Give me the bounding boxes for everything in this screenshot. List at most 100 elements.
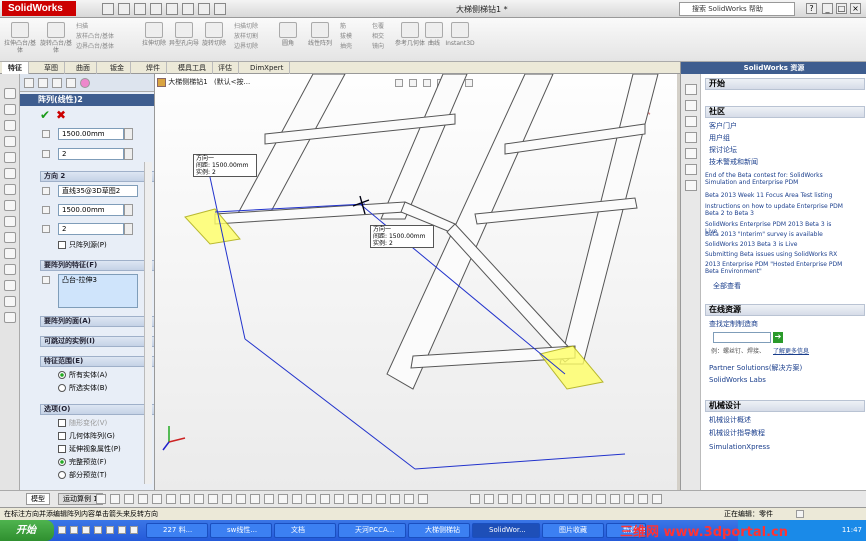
display-tab-icon[interactable] (80, 78, 90, 88)
view-orientation-icon[interactable] (4, 88, 16, 99)
pm-scrollbar[interactable] (144, 162, 152, 484)
custom-properties-icon[interactable] (685, 180, 697, 191)
display-style-icon[interactable] (4, 136, 16, 147)
appearance-icon[interactable] (4, 168, 16, 179)
fillet-tool-icon[interactable] (320, 494, 330, 504)
zoom-icon[interactable] (4, 104, 16, 115)
ie-icon[interactable] (70, 526, 78, 534)
revolve-boss-button[interactable]: 旋转凸台/基体 (38, 22, 74, 58)
taskbar-item[interactable]: 天河PCCA... (338, 523, 406, 538)
start-section-header[interactable]: 开始 (705, 78, 865, 90)
hide-show-icon[interactable] (4, 152, 16, 163)
taskbar-item[interactable]: 227 料... (146, 523, 208, 538)
trim-sketch-icon[interactable] (610, 494, 620, 504)
partner-solutions-link[interactable]: Partner Solutions(解决方案) (709, 364, 802, 373)
trim-tool-icon[interactable] (180, 494, 190, 504)
dir2-count-input[interactable]: 2 (58, 223, 124, 235)
save-icon[interactable] (134, 3, 146, 15)
ok-check-icon[interactable]: ✔ (40, 108, 50, 122)
news-item[interactable]: 2013 Enterprise PDM "Hosted Enterprise P… (705, 261, 845, 275)
home-icon[interactable] (685, 84, 697, 95)
sketch-tool-icon[interactable] (96, 494, 106, 504)
offset-tool-icon[interactable] (194, 494, 204, 504)
selected-bodies-radio[interactable]: 所选实体(B) (58, 383, 107, 393)
fillet-sketch-icon[interactable] (582, 494, 592, 504)
tab-mold-tools[interactable]: 模具工具 (172, 62, 213, 74)
centerline-sketch-icon[interactable] (568, 494, 578, 504)
spline-tool-icon[interactable] (166, 494, 176, 504)
draft-button[interactable]: 拔模 (340, 32, 370, 42)
features-to-pattern-header[interactable]: 要阵列的特征(F) (40, 260, 154, 271)
news-item[interactable]: Beta 2013 "Interim" survey is available (705, 231, 845, 238)
tab-sheet-metal[interactable]: 钣金 (104, 62, 131, 74)
dir1-spacing-spinner[interactable] (124, 128, 133, 140)
simulationxpress-link[interactable]: SimulationXpress (709, 443, 770, 452)
qq-icon[interactable] (106, 526, 114, 534)
extrude-boss-button[interactable]: 拉伸凸台/基体 (2, 22, 38, 58)
features-selection-box[interactable]: 凸台-拉伸3 (58, 274, 138, 308)
news-item[interactable]: Submitting Beta issues using SolidWorks … (705, 251, 845, 258)
close-button[interactable]: × (850, 3, 861, 14)
all-bodies-radio[interactable]: 所有实体(A) (58, 370, 107, 380)
circle-sketch-icon[interactable] (484, 494, 494, 504)
options-header[interactable]: 选项(O) (40, 404, 154, 415)
sketch-icon[interactable] (4, 264, 16, 275)
linear-pattern-button[interactable]: 线性阵列 (302, 22, 338, 58)
line-sketch-icon[interactable] (470, 494, 480, 504)
full-preview-radio[interactable]: 完整预览(F) (58, 457, 107, 467)
intersect-tool-icon[interactable] (404, 494, 414, 504)
cancel-x-icon[interactable]: ✖ (56, 108, 66, 122)
tab-features[interactable]: 特征 (2, 62, 29, 74)
chamfer-tool-icon[interactable] (334, 494, 344, 504)
revolve-cut-button[interactable]: 旋转切除 (196, 22, 232, 58)
move-tool-icon[interactable] (418, 494, 428, 504)
mirror-sketch-icon[interactable] (652, 494, 662, 504)
extend-sketch-icon[interactable] (624, 494, 634, 504)
select-icon[interactable] (182, 3, 194, 15)
options-icon[interactable] (214, 3, 226, 15)
plane-tool-icon[interactable] (264, 494, 274, 504)
undo-icon[interactable] (166, 3, 178, 15)
coordinate-tool-icon[interactable] (292, 494, 302, 504)
mech-overview-link[interactable]: 机械设计概述 (709, 416, 751, 425)
tab-surfaces[interactable]: 曲面 (70, 62, 97, 74)
boundary-cut-button[interactable]: 边界切除 (234, 42, 274, 52)
word-icon[interactable] (118, 526, 126, 534)
measure-icon[interactable] (4, 232, 16, 243)
mass-icon[interactable] (4, 216, 16, 227)
taskbar-item-active[interactable]: SolidWor... (472, 523, 540, 538)
mech-tutorial-link[interactable]: 机械设计指导教程 (709, 429, 765, 438)
appearances-icon[interactable] (685, 164, 697, 175)
partial-preview-radio[interactable]: 部分预览(T) (58, 470, 107, 480)
ellipse-sketch-icon[interactable] (512, 494, 522, 504)
tab-evaluate[interactable]: 评估 (212, 62, 239, 74)
arc-sketch-icon[interactable] (498, 494, 508, 504)
geometry-pattern-checkbox[interactable]: 几何体阵列(G) (58, 431, 115, 441)
tab-model[interactable]: 模型 (26, 493, 50, 505)
text-tool-icon[interactable] (362, 494, 372, 504)
rectangle-tool-icon[interactable] (124, 494, 134, 504)
block-tool-icon[interactable] (376, 494, 386, 504)
dir1-spacing-input[interactable]: 1500.00mm (58, 128, 124, 140)
slot-sketch-icon[interactable] (540, 494, 550, 504)
design-library-icon[interactable] (685, 100, 697, 111)
explorer-icon[interactable] (82, 526, 90, 534)
taskbar-item[interactable]: sw线性... (210, 523, 272, 538)
rib-button[interactable]: 筋 (340, 22, 370, 32)
axis-tool-icon[interactable] (278, 494, 288, 504)
pattern-tool-icon[interactable] (348, 494, 358, 504)
boundary-boss-button[interactable]: 边界凸台/基体 (76, 42, 132, 52)
instant3d-button[interactable]: Instant3D (442, 22, 478, 58)
news-item[interactable]: Instructions on how to update Enterprise… (705, 203, 845, 217)
show-desktop-icon[interactable] (58, 526, 66, 534)
taskbar-item[interactable]: 图片收藏 (542, 523, 604, 538)
news-item[interactable]: Beta 2013 Week 11 Focus Area Test listin… (705, 192, 845, 199)
direction1-callout[interactable]: 方向一 间距: 1500.00mm 实例: 2 (193, 154, 257, 177)
search-go-button[interactable]: ➔ (773, 332, 783, 343)
dir2-reference-field[interactable]: 直线35@3D草图2 (58, 185, 138, 197)
smart-dimension-icon[interactable] (4, 296, 16, 307)
start-button[interactable]: 开始 (0, 520, 54, 541)
instances-to-skip-header[interactable]: 可跳过的实例(I) (40, 336, 154, 347)
view-all-link[interactable]: 全部查看 (713, 282, 741, 291)
media-icon[interactable] (94, 526, 102, 534)
